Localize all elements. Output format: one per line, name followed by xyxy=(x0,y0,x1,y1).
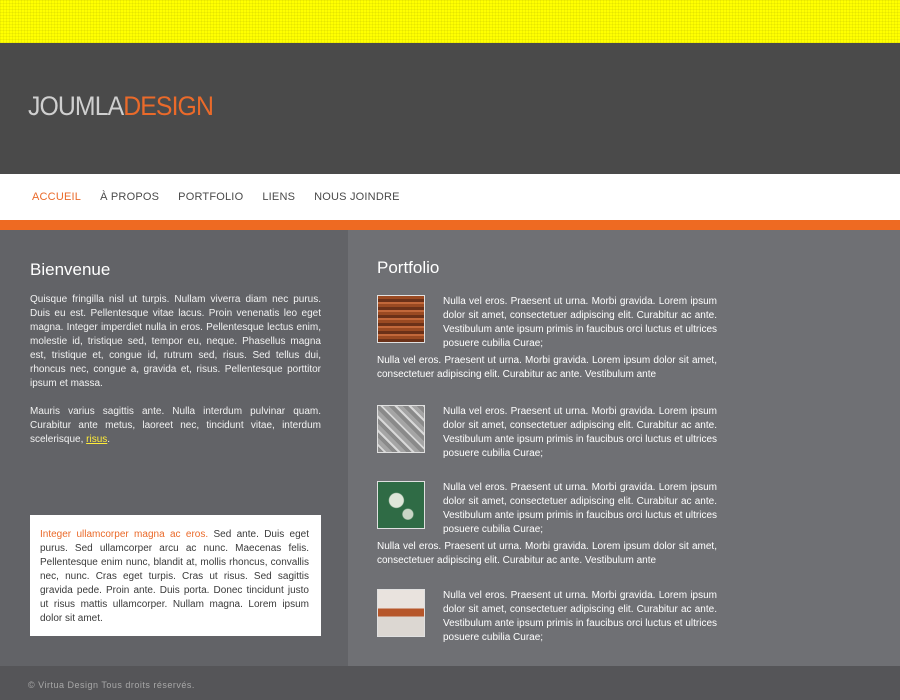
logo-part-2: DESIGN xyxy=(123,91,214,121)
nav-item-portfolio[interactable]: PORTFOLIO xyxy=(178,191,243,203)
logo-part-1: JOUMLA xyxy=(28,91,124,121)
portfolio-item-text: Nulla vel eros. Praesent ut urna. Morbi … xyxy=(443,296,718,349)
portfolio-item-extra: Nulla vel eros. Praesent ut urna. Morbi … xyxy=(377,541,717,566)
portfolio-item-extra: Nulla vel eros. Praesent ut urna. Morbi … xyxy=(377,355,717,380)
info-box-body: Sed ante. Duis eget purus. Sed ullamcorp… xyxy=(40,529,309,624)
portfolio-item-text: Nulla vel eros. Praesent ut urna. Morbi … xyxy=(443,406,718,459)
portfolio-thumbnail-rust[interactable] xyxy=(377,589,425,637)
portfolio-thumbnail-bricks[interactable] xyxy=(377,295,425,343)
nav-item-nous-joindre[interactable]: NOUS JOINDRE xyxy=(314,191,400,203)
welcome-paragraph-2: Mauris varius sagittis ante. Nulla inter… xyxy=(30,405,321,447)
welcome-paragraph-1: Quisque fringilla nisl ut turpis. Nullam… xyxy=(30,294,321,389)
portfolio-item-text: Nulla vel eros. Praesent ut urna. Morbi … xyxy=(443,482,718,535)
info-box: Integer ullamcorper magna ac eros. Sed a… xyxy=(30,515,321,636)
top-color-bar xyxy=(0,0,900,43)
site-header: JOUMLADESIGN xyxy=(0,43,900,174)
site-logo[interactable]: JOUMLADESIGN xyxy=(28,91,214,121)
nav-item-liens[interactable]: LIENS xyxy=(262,191,295,203)
nav-item-a-propos[interactable]: À PROPOS xyxy=(100,191,159,203)
portfolio-thumbnail-metal[interactable] xyxy=(377,405,425,453)
info-box-highlight: Integer ullamcorper magna ac eros. xyxy=(40,529,209,540)
site-footer: © Virtua Design Tous droits réservés. xyxy=(0,666,900,700)
accent-divider xyxy=(0,220,900,230)
portfolio-title: Portfolio xyxy=(377,258,440,277)
welcome-text: Quisque fringilla nisl ut turpis. Nullam… xyxy=(30,293,321,461)
welcome-paragraph-2-end: . xyxy=(107,434,111,445)
portfolio-item-text: Nulla vel eros. Praesent ut urna. Morbi … xyxy=(443,590,718,643)
welcome-title: Bienvenue xyxy=(30,260,111,279)
copyright-text: © Virtua Design Tous droits réservés. xyxy=(28,680,195,690)
left-column: Bienvenue Quisque fringilla nisl ut turp… xyxy=(0,230,348,666)
portfolio-thumbnail-green-paint[interactable] xyxy=(377,481,425,529)
info-box-text: Integer ullamcorper magna ac eros. Sed a… xyxy=(40,528,309,626)
main-nav: ACCUEIL À PROPOS PORTFOLIO LIENS NOUS JO… xyxy=(0,174,900,220)
nav-item-accueil[interactable]: ACCUEIL xyxy=(32,191,81,203)
risus-link[interactable]: risus xyxy=(86,434,107,445)
welcome-paragraph-2-text: Mauris varius sagittis ante. Nulla inter… xyxy=(30,406,321,445)
right-column: Portfolio Nulla vel eros. Praesent ut ur… xyxy=(348,230,900,666)
